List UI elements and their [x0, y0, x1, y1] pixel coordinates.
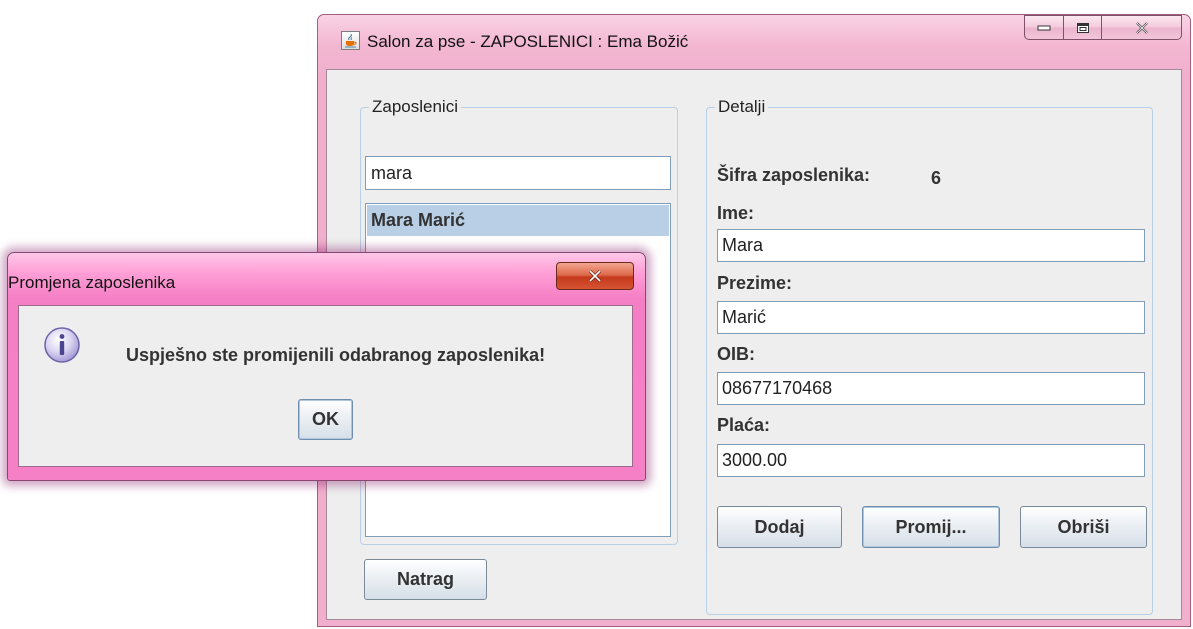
details-panel: Detalji Šifra zaposlenika: 6 Ime: Prezim… [706, 97, 1153, 615]
minimize-button[interactable] [1024, 15, 1064, 40]
maximize-icon [1076, 22, 1089, 33]
close-icon [1135, 21, 1148, 34]
ok-button[interactable]: OK [298, 399, 353, 440]
dialog-close-button[interactable] [556, 262, 634, 290]
delete-button[interactable]: Obriši [1020, 506, 1147, 548]
change-button[interactable]: Promij... [862, 506, 1000, 548]
last-name-label: Prezime: [717, 273, 793, 293]
window-title: Salon za pse - ZAPOSLENICI : Ema Božić [367, 32, 689, 51]
search-input[interactable] [365, 156, 671, 190]
caption-buttons [1024, 15, 1182, 41]
first-name-field[interactable] [717, 229, 1145, 262]
back-button[interactable]: Natrag [364, 559, 487, 600]
java-cup-icon[interactable] [341, 31, 360, 50]
oib-label: OIB: [717, 344, 755, 364]
dialog-message: Uspješno ste promijenili odabranog zapos… [126, 345, 546, 365]
close-button[interactable] [1102, 15, 1182, 40]
salary-field[interactable] [717, 444, 1145, 477]
minimize-icon [1037, 25, 1051, 30]
salary-label: Plaća: [717, 415, 771, 435]
maximize-button[interactable] [1064, 15, 1102, 40]
close-icon [588, 269, 602, 283]
oib-field[interactable] [717, 372, 1145, 405]
employee-id-label: Šifra zaposlenika: [717, 165, 871, 185]
list-item[interactable]: Mara Marić [367, 205, 669, 236]
dialog-body: Uspješno ste promijenili odabranog zapos… [18, 305, 633, 467]
main-titlebar[interactable]: Salon za pse - ZAPOSLENICI : Ema Božić [318, 15, 1190, 69]
confirmation-dialog: Promjena zaposlenika Uspješno ste promij… [7, 252, 646, 481]
last-name-field[interactable] [717, 301, 1145, 334]
dialog-title: Promjena zaposlenika [8, 273, 176, 292]
employees-panel-title: Zaposlenici [369, 97, 461, 117]
employee-id-value: 6 [931, 168, 942, 188]
add-button[interactable]: Dodaj [717, 506, 842, 548]
first-name-label: Ime: [717, 203, 755, 223]
info-icon [44, 327, 80, 363]
details-panel-title: Detalji [715, 97, 769, 117]
